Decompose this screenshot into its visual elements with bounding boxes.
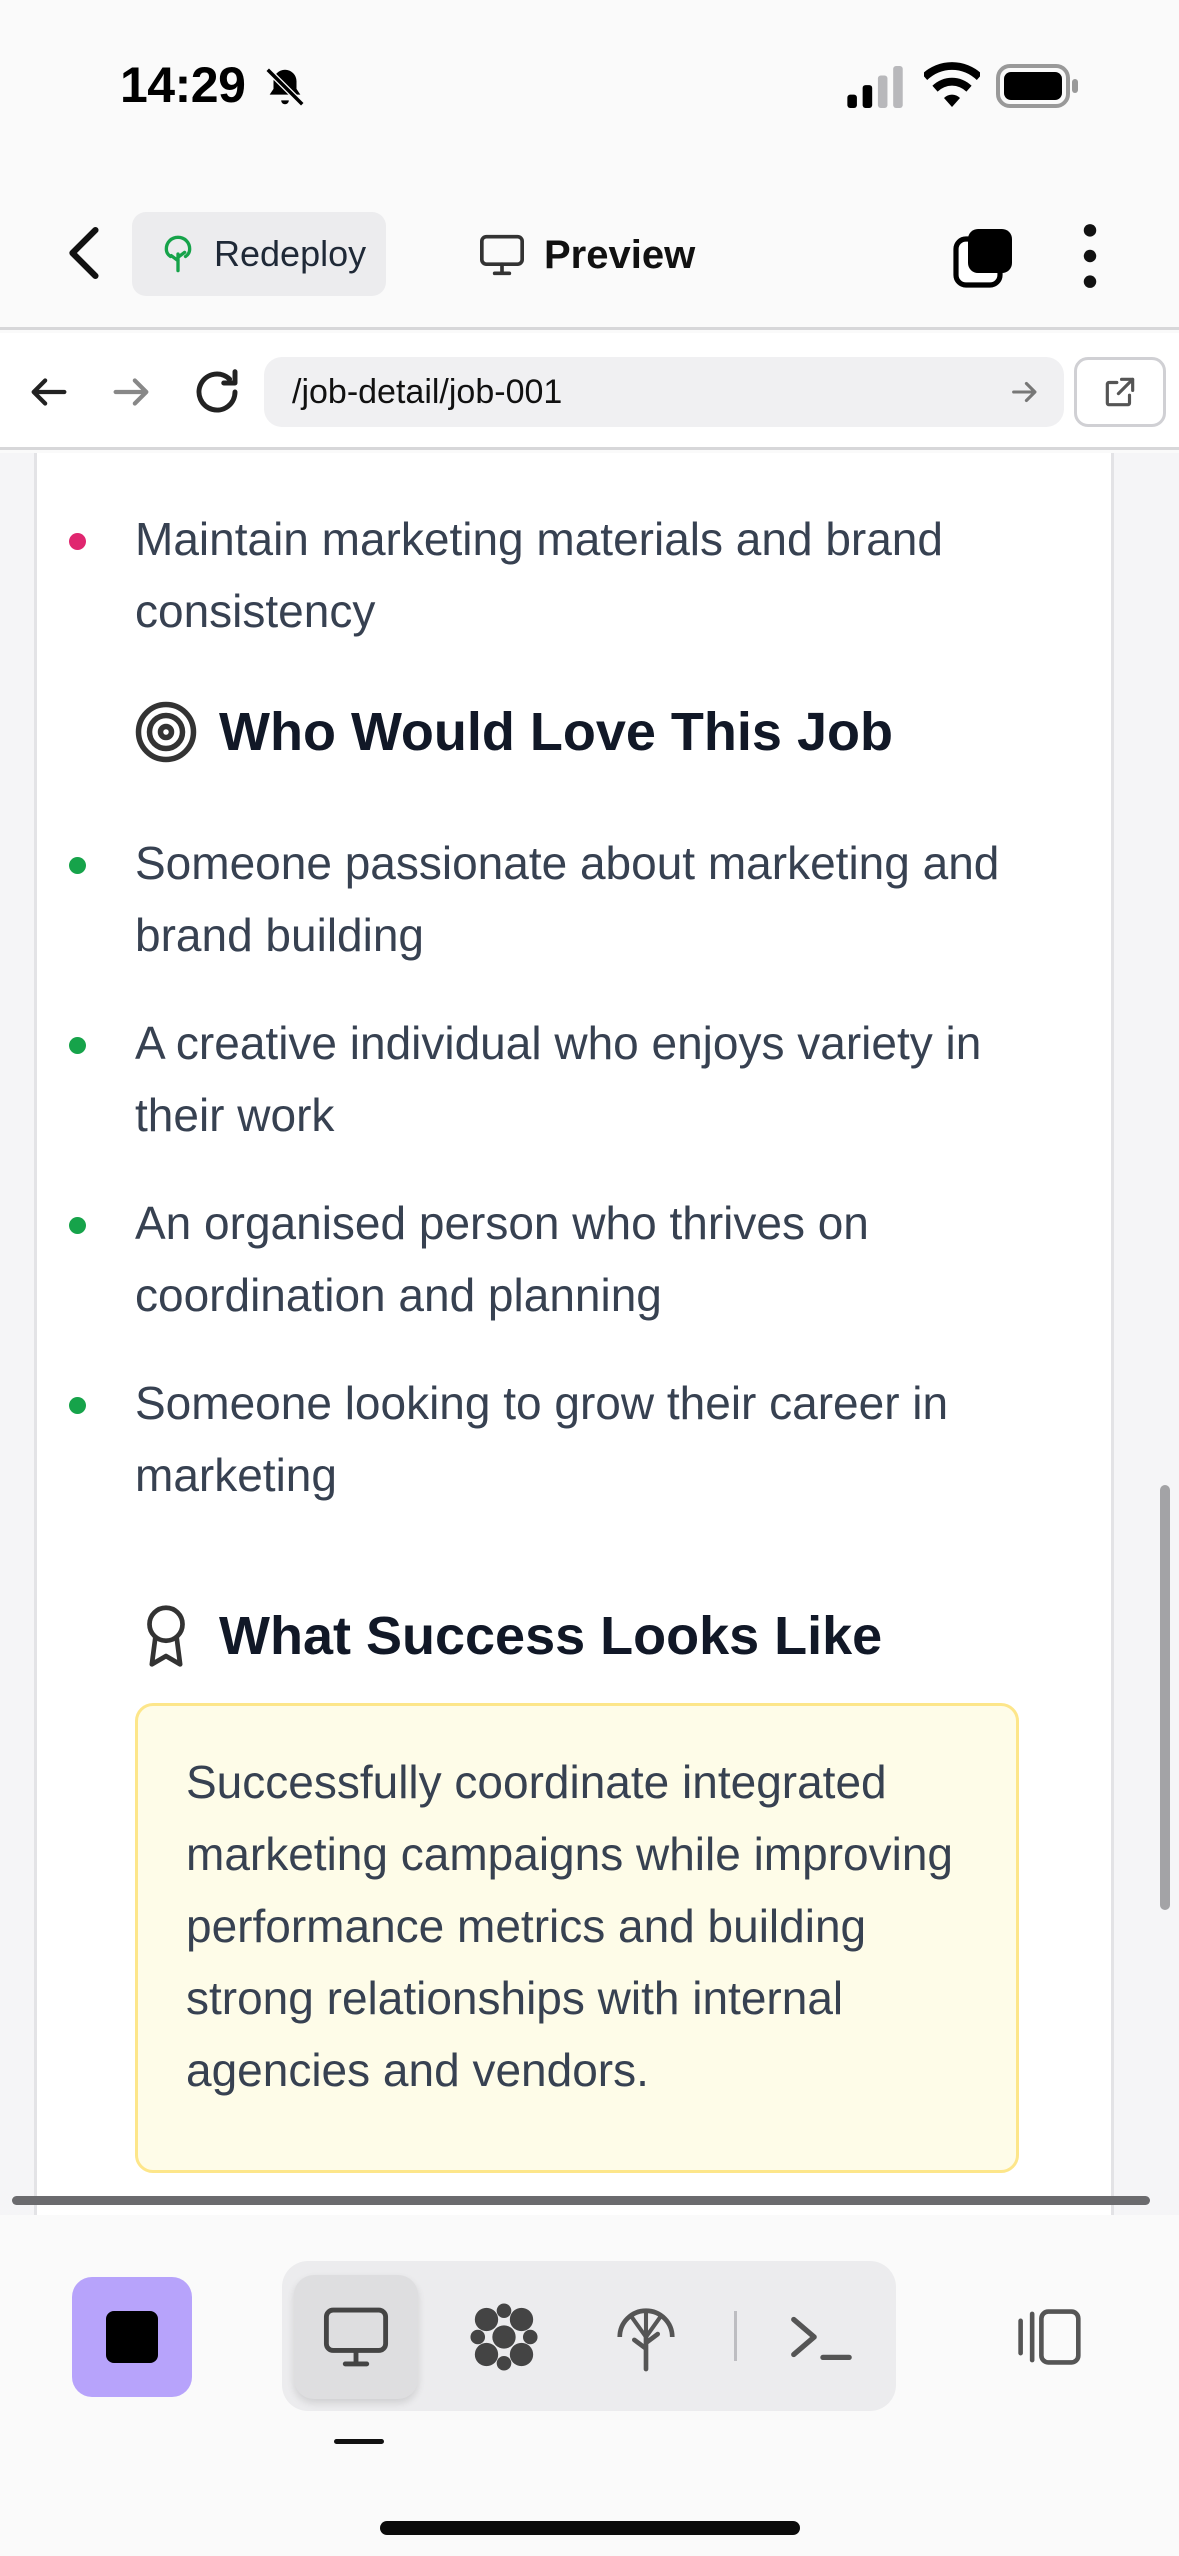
list-item: Someone looking to grow their career in … (69, 1367, 1075, 1511)
list-item: An organised person who thrives on coord… (69, 1187, 1075, 1331)
stop-button[interactable] (72, 2277, 192, 2397)
bullet-dot (69, 1037, 86, 1054)
redeploy-label: Redeploy (214, 233, 367, 274)
success-text: Successfully coordinate integrated marke… (186, 1756, 953, 2096)
integrations-view-button[interactable] (442, 2275, 566, 2399)
bell-muted-icon (265, 67, 305, 107)
monitor-icon (323, 2307, 389, 2367)
award-ribbon-icon (147, 1605, 185, 1667)
list-item: Maintain marketing materials and brand c… (69, 503, 1075, 647)
view-switcher (282, 2261, 896, 2411)
redeploy-button[interactable]: Redeploy (132, 212, 386, 296)
monitor-icon (480, 234, 524, 276)
url-input[interactable]: /job-detail/job-001 (264, 357, 1064, 427)
tree-icon (164, 235, 192, 273)
job-detail-card: Maintain marketing materials and brand c… (34, 453, 1114, 2215)
bullet-dot (69, 1217, 86, 1234)
cellular-signal-icon (847, 66, 903, 108)
terminal-icon (791, 2316, 852, 2361)
external-link-icon (1105, 377, 1135, 407)
network-blob-icon (470, 2303, 538, 2371)
status-bar: 14:29 (0, 0, 1179, 175)
preview-label: Preview (544, 232, 696, 277)
deploy-view-button[interactable] (584, 2275, 708, 2399)
open-external-button[interactable] (1074, 357, 1166, 427)
list-item: A creative individual who enjoys variety… (69, 1007, 1075, 1151)
active-tab-indicator (334, 2439, 384, 2444)
battery-icon (996, 64, 1078, 108)
stop-icon (106, 2311, 158, 2363)
panel-toggle-icon[interactable] (1008, 2307, 1084, 2367)
toolbar-separator (734, 2311, 737, 2361)
app-header: Redeploy Preview (0, 175, 1179, 330)
bullet-dot (69, 857, 86, 874)
section-heading-success: What Success Looks Like (219, 1606, 883, 1666)
preview-tab[interactable]: Preview (478, 225, 695, 285)
layers-icon[interactable] (952, 225, 1016, 289)
chevron-left-icon[interactable] (60, 223, 110, 283)
status-time: 14:29 (120, 57, 246, 113)
more-vertical-icon[interactable] (1070, 223, 1110, 289)
success-callout: Successfully coordinate integrated marke… (135, 1703, 1019, 2173)
browser-url-bar: /job-detail/job-001 (0, 333, 1179, 450)
reload-icon[interactable] (190, 365, 244, 419)
list-item: Someone passionate about marketing and b… (69, 827, 1075, 971)
arrow-right-icon[interactable] (108, 369, 154, 415)
terminal-view-button[interactable] (758, 2275, 882, 2399)
section-heading-who: Who Would Love This Job (219, 702, 893, 762)
wifi-icon (924, 62, 980, 107)
bullet-dot (69, 533, 86, 550)
resize-divider[interactable] (12, 2196, 1150, 2205)
scrollbar-thumb[interactable] (1160, 1485, 1170, 1910)
bottom-toolbar (0, 2215, 1179, 2556)
arrow-left-icon[interactable] (26, 369, 72, 415)
preview-viewport: Maintain marketing materials and brand c… (0, 453, 1179, 2215)
target-icon (135, 701, 197, 763)
preview-view-button[interactable] (294, 2275, 418, 2399)
go-arrow-icon[interactable] (1008, 375, 1042, 409)
bullet-dot (69, 1397, 86, 1414)
deploy-tree-icon (617, 2308, 675, 2372)
home-indicator (380, 2521, 800, 2535)
